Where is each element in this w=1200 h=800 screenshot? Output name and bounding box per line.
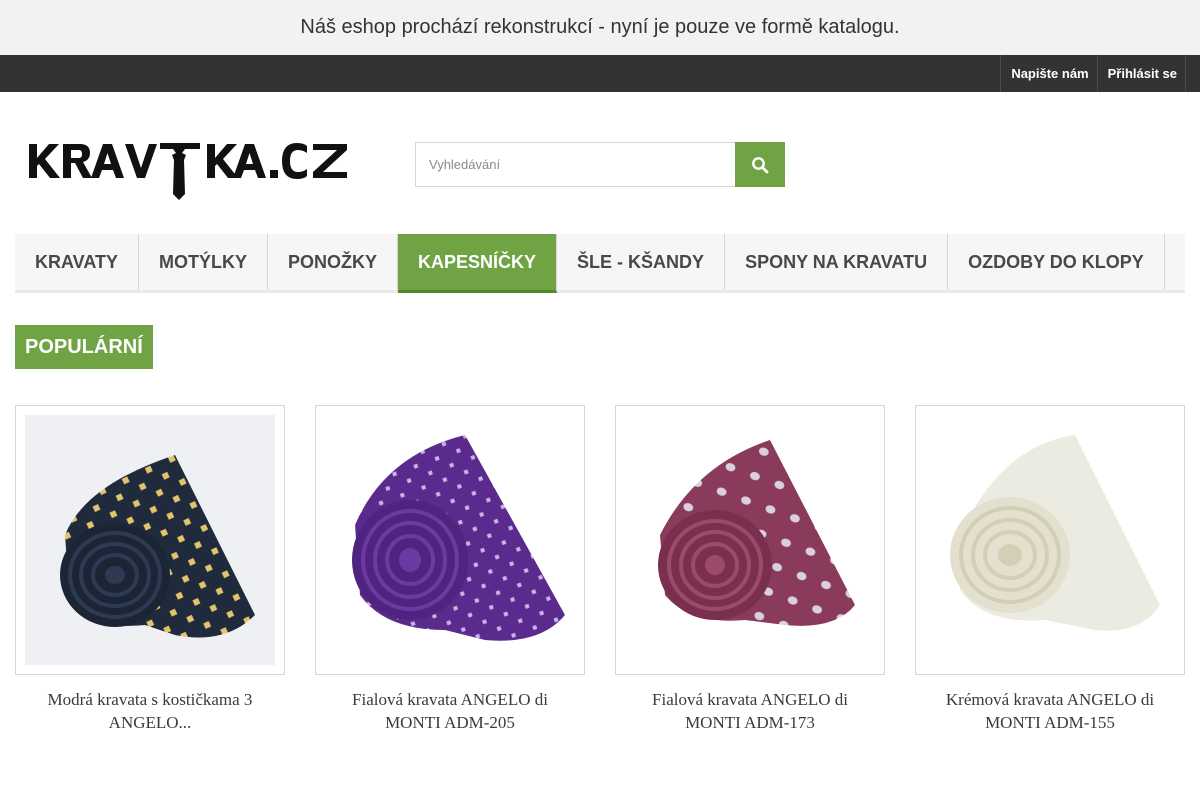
menu-item-spony[interactable]: SPONY NA KRAVATU <box>725 234 949 290</box>
product-image-frame[interactable] <box>315 405 585 675</box>
product-image-frame[interactable] <box>615 405 885 675</box>
product-name[interactable]: Modrá kravata s kostičkama 3 ANGELO... <box>15 688 285 734</box>
product-card[interactable]: Modrá kravata s kostičkama 3 ANGELO... <box>15 405 285 734</box>
product-card[interactable]: Fialová kravata ANGELO di MONTI ADM-205 <box>315 405 585 734</box>
section-title: POPULÁRNÍ <box>15 325 153 369</box>
notice-text: Náš eshop prochází rekonstrukcí - nyní j… <box>300 16 900 38</box>
product-image <box>25 415 275 665</box>
main-menu: KRAVATY MOTÝLKY PONOŽKY KAPESNÍČKY ŠLE -… <box>15 234 1185 293</box>
search-bar <box>415 142 785 187</box>
login-link[interactable]: Přihlásit se <box>1096 55 1186 92</box>
product-name[interactable]: Krémová kravata ANGELO di MONTI ADM-155 <box>915 688 1185 734</box>
contact-link[interactable]: Napište nám <box>1000 55 1096 92</box>
search-input[interactable] <box>415 142 735 187</box>
product-name[interactable]: Fialová kravata ANGELO di MONTI ADM-173 <box>615 688 885 734</box>
menu-item-ponozky[interactable]: PONOŽKY <box>268 234 399 290</box>
menu-item-kapesnicky[interactable]: KAPESNÍČKY <box>398 234 558 293</box>
menu-item-kravaty[interactable]: KRAVATY <box>15 234 139 290</box>
product-image <box>625 415 875 665</box>
site-logo[interactable] <box>27 138 351 202</box>
menu-item-ozdoby[interactable]: OZDOBY DO KLOPY <box>948 234 1165 290</box>
product-card[interactable]: Fialová kravata ANGELO di MONTI ADM-173 <box>615 405 885 734</box>
product-image <box>325 415 575 665</box>
product-name[interactable]: Fialová kravata ANGELO di MONTI ADM-205 <box>315 688 585 734</box>
product-card[interactable]: Krémová kravata ANGELO di MONTI ADM-155 <box>915 405 1185 734</box>
product-image <box>925 415 1175 665</box>
top-links: Napište nám Přihlásit se <box>1000 55 1186 92</box>
logo-graphic <box>29 143 347 200</box>
search-icon <box>752 156 769 173</box>
menu-item-motylky[interactable]: MOTÝLKY <box>139 234 268 290</box>
search-button[interactable] <box>735 142 785 187</box>
product-image-frame[interactable] <box>915 405 1185 675</box>
menu-item-sle-ksandy[interactable]: ŠLE - KŠANDY <box>557 234 726 290</box>
top-nav: Napište nám Přihlásit se <box>0 55 1200 92</box>
product-image-frame[interactable] <box>15 405 285 675</box>
notice-bar: Náš eshop prochází rekonstrukcí - nyní j… <box>0 0 1200 55</box>
